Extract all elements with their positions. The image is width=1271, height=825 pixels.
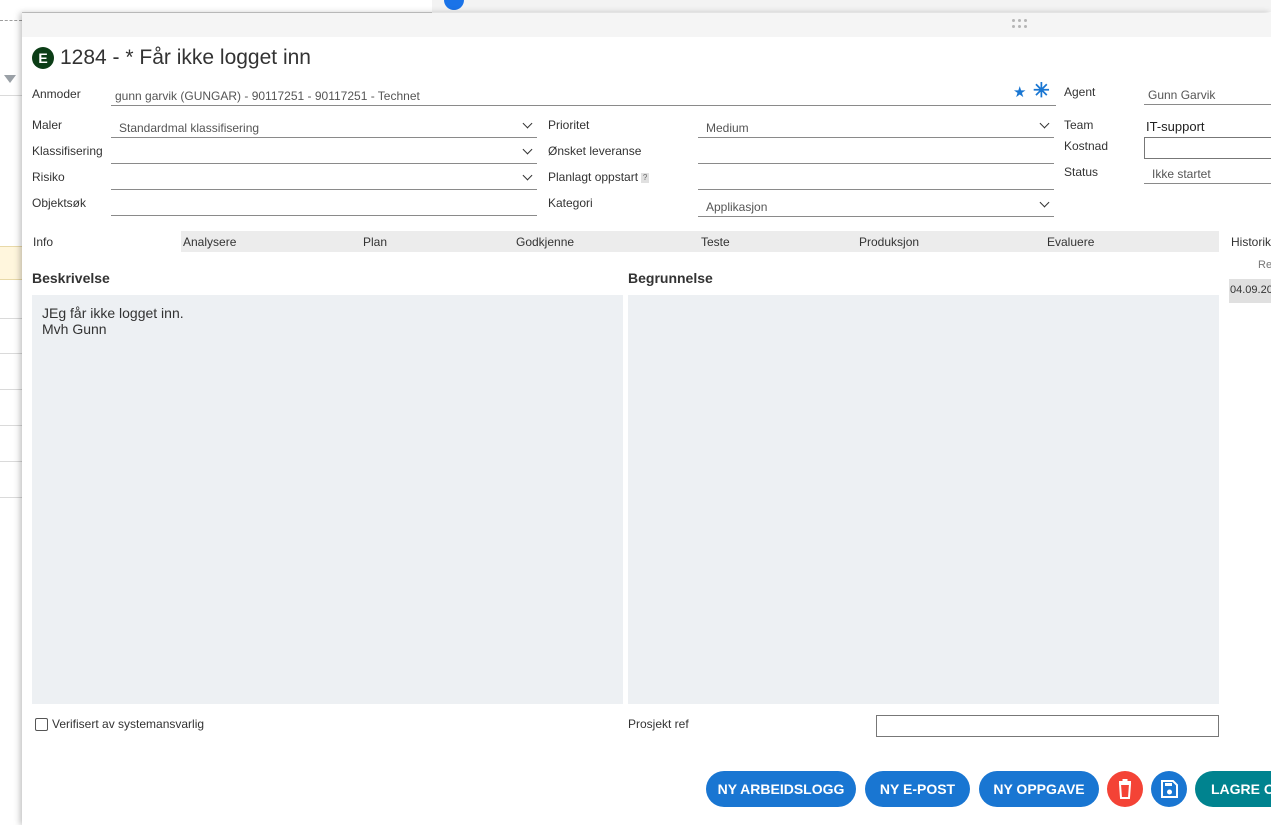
beskrivelse-title: Beskrivelse	[32, 270, 110, 286]
prioritet-select[interactable]: Medium	[698, 117, 1054, 138]
history-row[interactable]: 04.09.20	[1229, 279, 1271, 303]
prosjekt-ref-label: Prosjekt ref	[628, 717, 689, 731]
step-evaluere[interactable]: Evaluere	[1047, 235, 1094, 249]
anmoder-value: gunn garvik (GUNGAR) - 90117251 - 901172…	[115, 89, 420, 103]
beskrivelse-textarea[interactable]: JEg får ikke logget inn. Mvh Gunn	[32, 295, 623, 704]
star-icon[interactable]: ★	[1013, 85, 1026, 101]
dialog-drag-bar[interactable]	[22, 13, 1271, 37]
onsket-leveranse-label: Ønsket leveranse	[548, 144, 642, 158]
kategori-value: Applikasjon	[706, 200, 768, 214]
step-produksjon[interactable]: Produksjon	[859, 235, 919, 249]
chevron-down-icon	[1039, 197, 1050, 208]
save-icon-button[interactable]	[1151, 771, 1187, 807]
new-task-button[interactable]: NY OPPGAVE	[979, 771, 1099, 807]
chevron-down-icon	[522, 144, 533, 155]
prosjekt-ref-input[interactable]	[876, 715, 1219, 737]
agent-label: Agent	[1064, 85, 1096, 99]
ticket-type-badge: E	[32, 47, 54, 69]
step-godkjenne[interactable]: Godkjenne	[516, 235, 574, 249]
help-icon[interactable]: ?	[641, 172, 650, 183]
status-label: Status	[1064, 165, 1099, 179]
prioritet-label: Prioritet	[548, 118, 590, 132]
background-row-divider	[0, 389, 22, 390]
trash-icon	[1118, 779, 1132, 799]
planlagt-oppstart-input[interactable]	[698, 169, 1054, 190]
drag-handle-icon[interactable]	[1012, 19, 1030, 31]
maler-select[interactable]: Standardmal klassifisering	[111, 117, 537, 138]
klassifisering-select[interactable]	[111, 143, 537, 164]
kategori-select[interactable]: Applikasjon	[698, 196, 1054, 217]
planlagt-oppstart-label: Planlagt oppstart?	[548, 170, 650, 184]
save-close-button[interactable]: LAGRE O	[1195, 771, 1271, 807]
background-row-divider	[0, 318, 22, 319]
history-column-header[interactable]: Re	[1258, 259, 1271, 271]
kategori-label: Kategori	[548, 196, 593, 210]
onsket-leveranse-input[interactable]	[698, 143, 1054, 164]
risiko-label: Risiko	[32, 170, 65, 184]
delete-button[interactable]	[1107, 771, 1143, 807]
history-title[interactable]: Historik	[1231, 235, 1271, 249]
floppy-disk-icon	[1161, 780, 1178, 798]
team-value: IT-support	[1146, 119, 1205, 134]
tab-info[interactable]: Info	[33, 235, 53, 249]
planlagt-oppstart-label-text: Planlagt oppstart	[548, 170, 639, 184]
background-row-divider	[0, 353, 22, 354]
kostnad-input[interactable]	[1144, 137, 1271, 159]
background-list-pane	[0, 0, 22, 825]
background-row-divider	[0, 461, 22, 462]
ticket-dialog: E 1284 - * Får ikke logget inn Anmoder g…	[22, 13, 1271, 825]
team-label: Team	[1064, 118, 1094, 132]
klassifisering-label: Klassifisering	[32, 144, 103, 158]
step-analysere[interactable]: Analysere	[183, 235, 236, 249]
verify-label: Verifisert av systemansvarlig	[52, 717, 205, 731]
step-plan[interactable]: Plan	[363, 235, 387, 249]
beskrivelse-text: JEg får ikke logget inn. Mvh Gunn	[42, 305, 184, 337]
background-row-divider	[0, 425, 22, 426]
background-divider	[0, 20, 22, 21]
agent-field[interactable]: Gunn Garvik	[1144, 84, 1271, 105]
risiko-select[interactable]	[111, 169, 537, 190]
filter-icon[interactable]	[4, 75, 16, 83]
chevron-down-icon	[522, 170, 533, 181]
anmoder-field[interactable]: gunn garvik (GUNGAR) - 90117251 - 901172…	[111, 85, 1056, 106]
kostnad-label: Kostnad	[1064, 139, 1109, 153]
asterisk-icon[interactable]: ✳	[1033, 81, 1050, 101]
background-header-right	[432, 0, 1271, 12]
status-value: Ikke startet	[1152, 167, 1211, 181]
begrunnelse-textarea[interactable]	[628, 295, 1219, 704]
prioritet-value: Medium	[706, 121, 749, 135]
new-email-button[interactable]: NY E-POST	[865, 771, 970, 807]
chevron-down-icon	[522, 118, 533, 129]
background-row-divider	[0, 497, 22, 498]
objektsok-label: Objektsøk	[32, 196, 87, 210]
agent-value: Gunn Garvik	[1148, 88, 1216, 102]
status-field[interactable]: Ikke startet	[1144, 163, 1271, 184]
chevron-down-icon	[1039, 118, 1050, 129]
begrunnelse-title: Begrunnelse	[628, 270, 713, 286]
new-worklog-button[interactable]: NY ARBEIDSLOGG	[706, 771, 856, 807]
background-header	[22, 0, 432, 13]
maler-value: Standardmal klassifisering	[119, 121, 260, 135]
background-selected-row[interactable]	[0, 246, 22, 280]
objektsok-input[interactable]	[111, 195, 537, 216]
maler-label: Maler	[32, 118, 63, 132]
background-row-divider	[0, 95, 22, 96]
anmoder-label: Anmoder	[32, 87, 81, 101]
ticket-title: 1284 - * Får ikke logget inn	[60, 46, 311, 69]
verify-checkbox[interactable]	[35, 718, 48, 731]
history-row-date: 04.09.20	[1230, 284, 1271, 296]
process-steps-bar: Analysere Plan Godkjenne Teste Produksjo…	[181, 231, 1219, 252]
step-teste[interactable]: Teste	[701, 235, 730, 249]
